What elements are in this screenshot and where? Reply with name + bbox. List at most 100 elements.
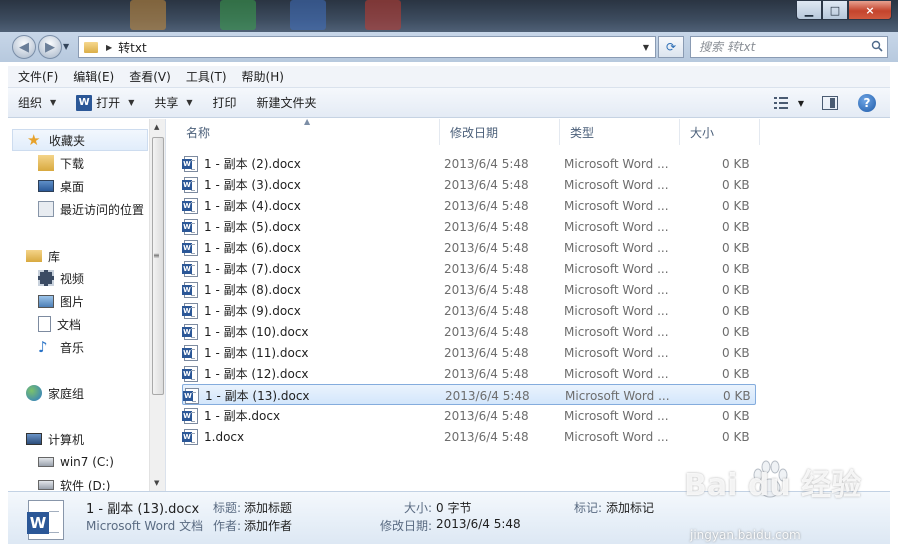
details-title-value[interactable]: 添加标题 <box>244 499 292 516</box>
refresh-button[interactable]: ⟳ <box>658 36 684 58</box>
nav-item-drive-c[interactable]: win7 (C:) <box>38 451 114 473</box>
file-row[interactable]: 1 - 副本 (7).docx 2013/6/4 5:48 Microsoft Wo… <box>182 258 756 279</box>
nav-item-drive-d[interactable]: 软件 (D:) <box>38 474 110 491</box>
column-header-name[interactable]: 名称 <box>176 119 440 145</box>
navigation-pane-scrollbar[interactable]: ▲ ≡ ▼ <box>149 119 165 491</box>
arrow-right-icon: ▶ <box>45 39 55 55</box>
details-modified-label: 修改日期: <box>380 519 433 533</box>
nav-item-desktop[interactable]: 桌面 <box>38 175 84 197</box>
menu-view[interactable]: 查看(V) <box>119 68 176 85</box>
preview-pane-icon[interactable] <box>822 96 838 110</box>
back-button[interactable]: ◀ <box>12 35 36 59</box>
file-name-cell: 1 - 副本 (8).docx <box>182 279 301 300</box>
nav-item-music[interactable]: ♪ 音乐 <box>38 336 84 358</box>
file-row[interactable]: 1 - 副本 (4).docx 2013/6/4 5:48 Microsoft Wo… <box>182 195 756 216</box>
column-header-date[interactable]: 修改日期 <box>440 119 560 145</box>
breadcrumb-chevron-icon[interactable]: ▶ <box>106 43 112 52</box>
organize-button[interactable]: 组织 ▼ <box>8 88 66 118</box>
breadcrumb-current-folder[interactable]: 转txt <box>118 39 147 56</box>
nav-item-pictures[interactable]: 图片 <box>38 290 84 312</box>
nav-libraries[interactable]: 库 <box>26 245 60 267</box>
word-document-icon <box>182 155 198 172</box>
music-note-icon: ♪ <box>38 338 48 356</box>
search-input[interactable] <box>691 37 861 57</box>
file-name: 1 - 副本 (4).docx <box>204 199 301 213</box>
file-row[interactable]: 1 - 副本 (12).docx 2013/6/4 5:48 Microsoft W… <box>182 363 756 384</box>
recent-pages-dropdown[interactable]: ▼ <box>63 42 69 51</box>
nav-computer[interactable]: 计算机 <box>26 428 84 450</box>
system-drive-icon <box>38 457 54 467</box>
details-filename: 1 - 副本 (13).docx <box>86 502 200 517</box>
details-size-value: 0 字节 <box>436 501 472 515</box>
file-name: 1 - 副本 (6).docx <box>204 241 301 255</box>
word-document-icon <box>182 197 198 214</box>
new-folder-button[interactable]: 新建文件夹 <box>247 88 327 118</box>
address-bar[interactable]: ▶ 转txt ▼ <box>78 36 656 58</box>
nav-item-label: 软件 (D:) <box>60 478 111 492</box>
nav-item-videos[interactable]: 视频 <box>38 267 84 289</box>
open-button[interactable]: W 打开 ▼ <box>66 88 144 118</box>
file-name: 1.docx <box>204 429 245 444</box>
forward-button[interactable]: ▶ <box>38 35 62 59</box>
file-type: Microsoft Word ... <box>564 429 669 444</box>
file-type: Microsoft Word ... <box>564 345 669 360</box>
window-controls: ▁ □ × <box>796 0 892 20</box>
file-date: 2013/6/4 5:48 <box>444 408 529 423</box>
minimize-button[interactable]: ▁ <box>796 0 822 20</box>
nav-libraries-label: 库 <box>48 249 61 264</box>
scroll-down-icon[interactable]: ▼ <box>154 479 159 487</box>
file-row[interactable]: 1 - 副本 (2).docx 2013/6/4 5:48 Microsoft Wo… <box>182 153 756 174</box>
file-row[interactable]: 1 - 副本 (6).docx 2013/6/4 5:48 Microsoft Wo… <box>182 237 756 258</box>
file-name-cell: 1 - 副本 (7).docx <box>182 258 301 279</box>
file-name: 1 - 副本 (11).docx <box>204 346 309 360</box>
share-button[interactable]: 共享 ▼ <box>144 88 202 118</box>
details-tags-value[interactable]: 添加标记 <box>606 499 654 516</box>
scroll-up-icon[interactable]: ▲ <box>154 123 159 131</box>
address-history-dropdown[interactable]: ▼ <box>639 39 653 55</box>
details-tags-label: 标记: <box>574 501 603 515</box>
file-row[interactable]: 1 - 副本 (3).docx 2013/6/4 5:48 Microsoft Wo… <box>182 174 756 195</box>
file-date: 2013/6/4 5:48 <box>444 282 529 297</box>
details-author-value[interactable]: 添加作者 <box>244 517 292 534</box>
close-button[interactable]: × <box>848 0 892 20</box>
downloads-folder-icon <box>38 155 54 171</box>
nav-item-downloads[interactable]: 下载 <box>38 152 84 174</box>
maximize-icon: □ <box>829 3 841 17</box>
help-icon[interactable]: ? <box>858 94 876 112</box>
view-options-icon[interactable] <box>773 97 788 109</box>
file-date: 2013/6/4 5:48 <box>444 156 529 171</box>
file-type: Microsoft Word ... <box>564 303 669 318</box>
maximize-button[interactable]: □ <box>822 0 848 20</box>
menu-file[interactable]: 文件(F) <box>8 68 63 85</box>
file-row[interactable]: 1 - 副本 (8).docx 2013/6/4 5:48 Microsoft Wo… <box>182 279 756 300</box>
file-row[interactable]: 1.docx 2013/6/4 5:48 Microsoft Word ... 0 K… <box>182 426 756 447</box>
print-button[interactable]: 打印 <box>203 88 247 118</box>
file-name-cell: 1 - 副本 (3).docx <box>182 174 301 195</box>
file-name-cell: 1 - 副本 (10).docx <box>182 321 309 342</box>
view-dropdown-icon[interactable]: ▼ <box>798 99 804 108</box>
nav-homegroup[interactable]: 家庭组 <box>26 382 84 404</box>
file-size: 0 KB <box>722 282 750 297</box>
nav-item-recent-places[interactable]: 最近访问的位置 <box>38 198 144 220</box>
file-row[interactable]: 1 - 副本 (10).docx 2013/6/4 5:48 Microsoft W… <box>182 321 756 342</box>
menu-help[interactable]: 帮助(H) <box>232 68 289 85</box>
column-header-size[interactable]: 大小 <box>680 119 760 145</box>
scrollbar-thumb[interactable] <box>152 137 164 395</box>
background-app-thumbnail <box>365 0 401 30</box>
column-header-label: 类型 <box>570 125 595 140</box>
file-row[interactable]: 1 - 副本 (13).docx 2013/6/4 5:48 Microsoft W… <box>182 384 756 405</box>
file-name: 1 - 副本 (9).docx <box>204 304 301 318</box>
menu-edit[interactable]: 编辑(E) <box>63 68 119 85</box>
file-row[interactable]: 1 - 副本 (11).docx 2013/6/4 5:48 Microsoft W… <box>182 342 756 363</box>
column-header-type[interactable]: 类型 <box>560 119 680 145</box>
menu-tools[interactable]: 工具(T) <box>176 68 232 85</box>
file-size: 0 KB <box>722 156 750 171</box>
nav-favorites[interactable]: ★ 收藏夹 <box>12 129 148 151</box>
file-row[interactable]: 1 - 副本 (9).docx 2013/6/4 5:48 Microsoft Wo… <box>182 300 756 321</box>
search-icon[interactable] <box>871 40 883 52</box>
file-name-cell: 1.docx <box>182 426 245 447</box>
file-row[interactable]: 1 - 副本 (5).docx 2013/6/4 5:48 Microsoft Wo… <box>182 216 756 237</box>
nav-item-documents[interactable]: 文档 <box>38 313 81 335</box>
file-row[interactable]: 1 - 副本.docx 2013/6/4 5:48 Microsoft Word .… <box>182 405 756 426</box>
file-size: 0 KB <box>722 198 750 213</box>
